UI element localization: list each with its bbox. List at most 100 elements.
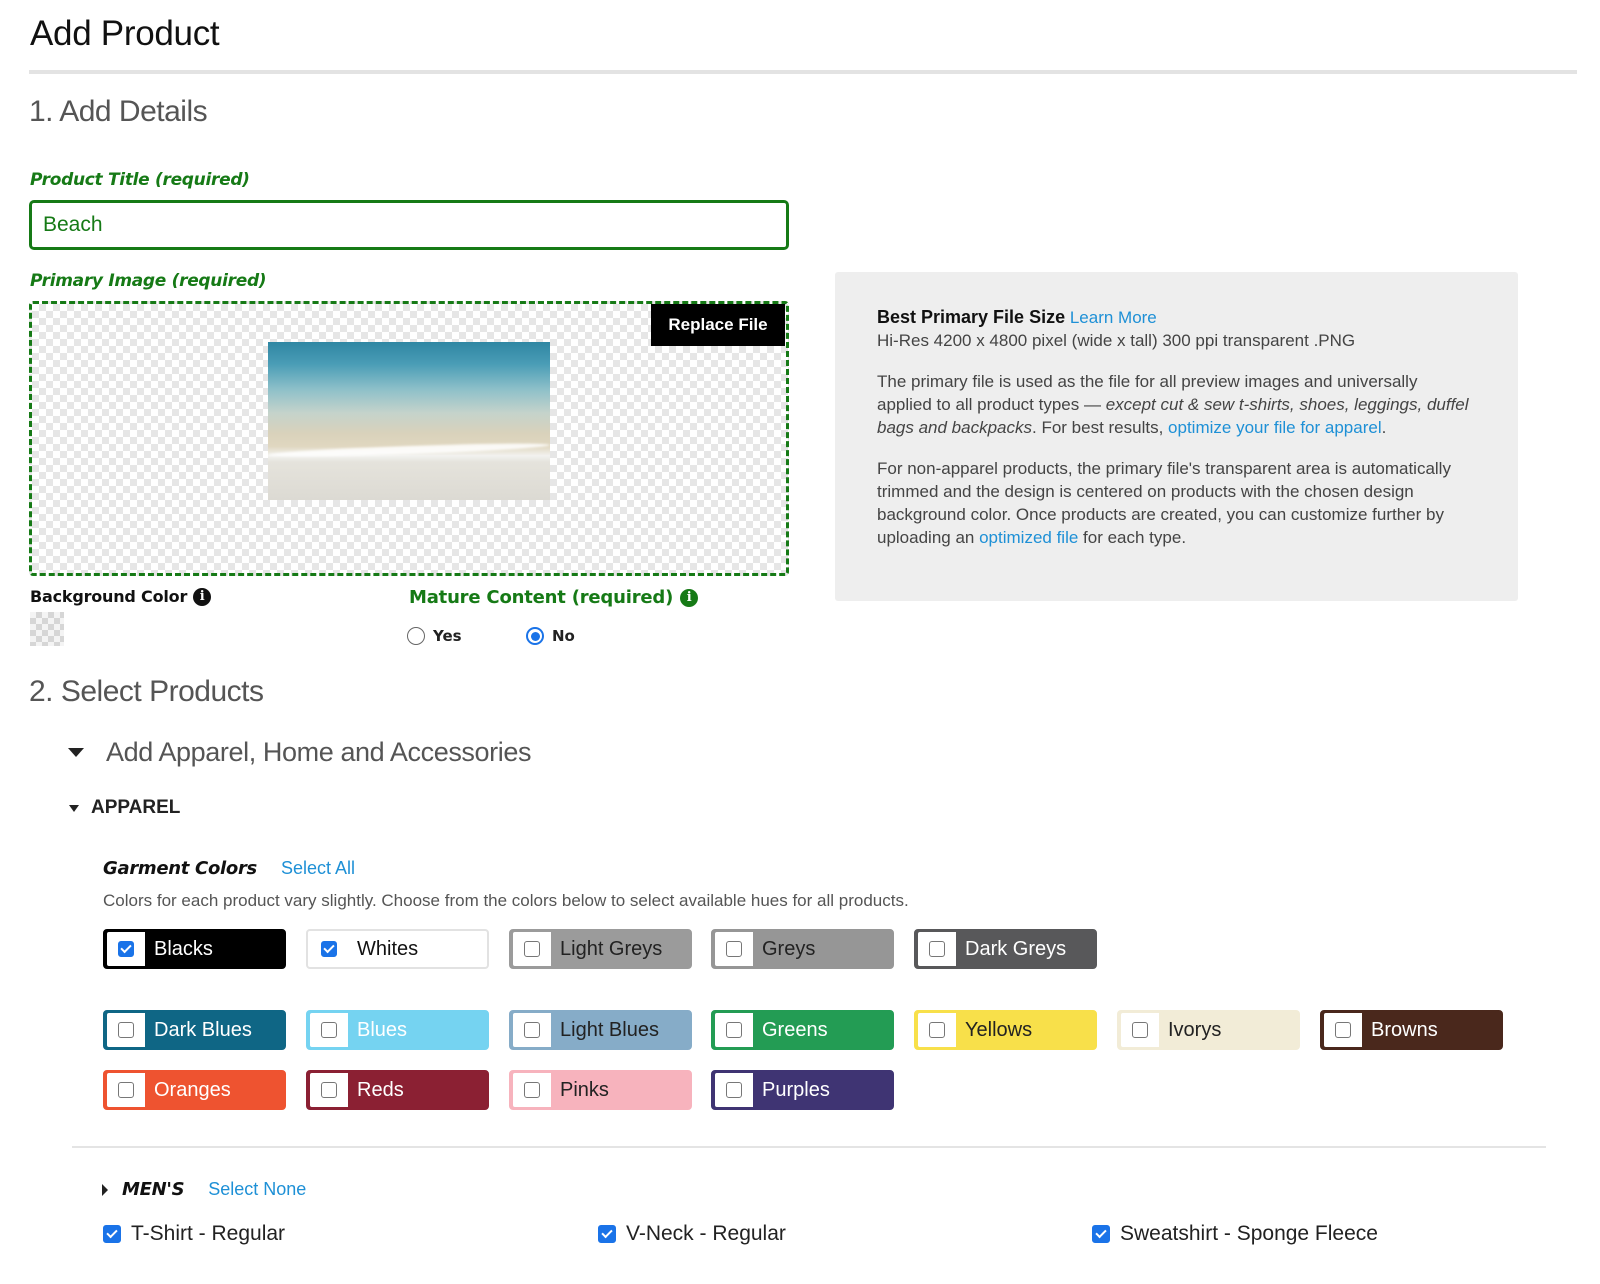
primary-image-dropzone[interactable]: Replace File xyxy=(29,301,789,576)
checkbox-wrapper xyxy=(918,1013,956,1047)
learn-more-link[interactable]: Learn More xyxy=(1070,308,1157,327)
color-swatch-purples[interactable]: Purples xyxy=(711,1070,894,1110)
mature-content-no-radio[interactable]: No xyxy=(526,627,575,645)
color-name: Pinks xyxy=(560,1078,609,1101)
checkbox[interactable] xyxy=(321,941,337,957)
color-name: Purples xyxy=(762,1078,830,1101)
checkbox-wrapper xyxy=(107,1073,145,1107)
primary-image-preview xyxy=(267,342,551,500)
color-swatch-light-greys[interactable]: Light Greys xyxy=(509,929,692,969)
checkbox-wrapper xyxy=(513,1013,551,1047)
checkbox[interactable] xyxy=(726,941,742,957)
color-swatch-dark-blues[interactable]: Dark Blues xyxy=(103,1010,286,1050)
garment-colors-label: Garment Colors xyxy=(103,858,257,879)
file-spec-text: Hi-Res 4200 x 4800 pixel (wide x tall) 3… xyxy=(877,331,1356,350)
mens-label: MEN'S xyxy=(122,1179,185,1200)
color-name: Oranges xyxy=(154,1078,231,1101)
section-heading-add-details: 1. Add Details xyxy=(29,95,208,128)
color-swatch-blues[interactable]: Blues xyxy=(306,1010,489,1050)
color-swatch-reds[interactable]: Reds xyxy=(306,1070,489,1110)
select-none-link[interactable]: Select None xyxy=(208,1179,306,1200)
caret-down-icon xyxy=(69,804,79,812)
color-swatch-greens[interactable]: Greens xyxy=(711,1010,894,1050)
radio-button[interactable] xyxy=(526,627,544,645)
color-swatch-yellows[interactable]: Yellows xyxy=(914,1010,1097,1050)
color-swatch-oranges[interactable]: Oranges xyxy=(103,1070,286,1110)
color-name: Whites xyxy=(357,937,419,960)
product-label: Sweatshirt - Sponge Fleece xyxy=(1120,1222,1378,1245)
select-all-link[interactable]: Select All xyxy=(281,858,355,879)
checkbox-wrapper xyxy=(1324,1013,1362,1047)
checkbox[interactable] xyxy=(929,1022,945,1038)
color-swatch-ivorys[interactable]: Ivorys xyxy=(1117,1010,1300,1050)
page-title: Add Product xyxy=(30,14,220,53)
checkbox-wrapper xyxy=(107,1013,145,1047)
info-icon[interactable]: i xyxy=(680,588,699,607)
checkbox[interactable] xyxy=(524,1082,540,1098)
color-swatch-greys[interactable]: Greys xyxy=(711,929,894,969)
title-divider xyxy=(29,70,1577,74)
checkbox[interactable] xyxy=(321,1082,337,1098)
checkbox[interactable] xyxy=(1092,1225,1110,1243)
garment-colors-description: Colors for each product vary slightly. C… xyxy=(103,891,909,910)
checkbox-wrapper xyxy=(310,1073,348,1107)
color-swatch-light-blues[interactable]: Light Blues xyxy=(509,1010,692,1050)
radio-label: Yes xyxy=(433,627,462,645)
color-name: Ivorys xyxy=(1168,1018,1222,1041)
color-name: Dark Blues xyxy=(154,1018,252,1041)
checkbox[interactable] xyxy=(103,1225,121,1243)
optimized-file-link[interactable]: optimized file xyxy=(979,528,1078,547)
optimize-apparel-link[interactable]: optimize your file for apparel xyxy=(1168,418,1382,437)
product-checkbox-vneck-regular[interactable]: V-Neck - Regular xyxy=(598,1222,786,1246)
color-name: Reds xyxy=(357,1078,404,1101)
checkbox[interactable] xyxy=(929,941,945,957)
radio-button[interactable] xyxy=(407,627,425,645)
apparel-home-accessories-toggle[interactable]: Add Apparel, Home and Accessories xyxy=(68,737,531,768)
color-swatch-whites[interactable]: Whites xyxy=(306,929,489,969)
checkbox-wrapper xyxy=(715,1073,753,1107)
checkbox-wrapper xyxy=(107,932,145,966)
checkbox[interactable] xyxy=(726,1082,742,1098)
product-label: V-Neck - Regular xyxy=(626,1222,786,1245)
info-paragraph-2: For non-apparel products, the primary fi… xyxy=(877,457,1476,549)
checkbox[interactable] xyxy=(598,1225,616,1243)
color-swatch-browns[interactable]: Browns xyxy=(1320,1010,1503,1050)
info-paragraph-1: The primary file is used as the file for… xyxy=(877,370,1476,439)
color-name: Light Blues xyxy=(560,1018,659,1041)
product-checkbox-sweatshirt-sponge-fleece[interactable]: Sweatshirt - Sponge Fleece xyxy=(1092,1222,1378,1246)
mens-header: MEN'S Select None xyxy=(102,1179,306,1200)
checkbox-wrapper xyxy=(1121,1013,1159,1047)
color-name: Blues xyxy=(357,1018,408,1041)
checkbox[interactable] xyxy=(118,1022,134,1038)
checkbox[interactable] xyxy=(321,1022,337,1038)
background-color-swatch[interactable] xyxy=(30,612,64,646)
group-label: Add Apparel, Home and Accessories xyxy=(106,737,532,767)
color-name: Greens xyxy=(762,1018,828,1041)
checkbox[interactable] xyxy=(1335,1022,1351,1038)
product-label: T-Shirt - Regular xyxy=(131,1222,286,1245)
color-swatch-pinks[interactable]: Pinks xyxy=(509,1070,692,1110)
checkbox[interactable] xyxy=(524,1022,540,1038)
wave-decoration xyxy=(267,441,551,459)
checkbox[interactable] xyxy=(118,1082,134,1098)
color-name: Dark Greys xyxy=(965,937,1067,960)
caret-down-icon xyxy=(68,748,84,757)
caret-right-icon[interactable] xyxy=(102,1183,108,1196)
color-swatch-dark-greys[interactable]: Dark Greys xyxy=(914,929,1097,969)
checkbox-wrapper xyxy=(513,932,551,966)
checkbox[interactable] xyxy=(524,941,540,957)
garment-colors-header: Garment Colors Select All xyxy=(103,858,355,879)
checkbox[interactable] xyxy=(118,941,134,957)
mature-content-yes-radio[interactable]: Yes xyxy=(407,627,462,645)
apparel-category-toggle[interactable]: APPAREL xyxy=(69,797,180,819)
mature-content-label-text: Mature Content (required) xyxy=(409,587,674,608)
replace-file-button[interactable]: Replace File xyxy=(651,304,785,346)
product-title-input[interactable] xyxy=(29,200,789,250)
text: . xyxy=(1381,418,1387,437)
info-icon[interactable]: i xyxy=(193,587,212,606)
checkbox[interactable] xyxy=(726,1022,742,1038)
product-checkbox-tshirt-regular[interactable]: T-Shirt - Regular xyxy=(103,1222,285,1246)
color-swatch-blacks[interactable]: Blacks xyxy=(103,929,286,969)
checkbox[interactable] xyxy=(1132,1022,1148,1038)
color-name: Light Greys xyxy=(560,937,663,960)
